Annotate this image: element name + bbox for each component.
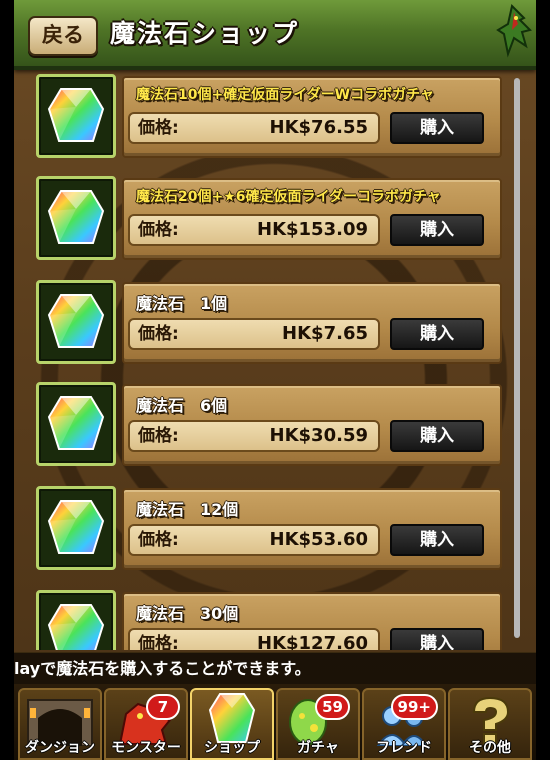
product-panel: 魔法石 12個 価格: HK$53.60 購入 xyxy=(122,488,502,570)
magic-stone-icon xyxy=(36,74,116,158)
buy-button[interactable]: 購入 xyxy=(390,112,484,144)
price-label: 価格: xyxy=(138,324,179,344)
nav-dungeon[interactable]: ダンジョン xyxy=(18,688,102,760)
magic-stone-icon xyxy=(36,176,116,260)
scrollbar[interactable] xyxy=(514,78,520,638)
price-label: 価格: xyxy=(138,220,179,240)
nav-label: ガチャ xyxy=(297,740,339,756)
product-item: 魔法石 30個 価格: HK$127.60 購入 xyxy=(36,590,506,650)
product-name: 魔法石 6個 xyxy=(136,396,228,415)
magic-stone-icon xyxy=(36,382,116,466)
product-panel: 魔法石 30個 価格: HK$127.60 購入 xyxy=(122,592,502,650)
price-box: 価格: HK$7.65 xyxy=(128,318,380,350)
product-name: 魔法石20個+★6確定仮面ライダーコラボガチャ xyxy=(136,189,441,205)
info-text: layで魔法石を購入することができます。 xyxy=(14,659,311,678)
product-panel: 魔法石 1個 価格: HK$7.65 購入 xyxy=(122,282,502,364)
product-list: 魔法石10個+確定仮面ライダーWコラボガチャ 価格: HK$76.55 購入 魔… xyxy=(14,72,514,650)
price-value: HK$127.60 xyxy=(257,633,368,650)
product-name: 魔法石 12個 xyxy=(136,500,239,519)
price-value: HK$30.59 xyxy=(269,425,368,446)
product-item: 魔法石20個+★6確定仮面ライダーコラボガチャ 価格: HK$153.09 購入 xyxy=(36,176,506,262)
nav-gacha[interactable]: 59 ガチャ xyxy=(276,688,360,760)
product-panel: 魔法石 6個 価格: HK$30.59 購入 xyxy=(122,384,502,466)
nav-friend[interactable]: 99+ フレンド xyxy=(362,688,446,760)
nav-label: ショップ xyxy=(204,740,260,756)
product-item: 魔法石10個+確定仮面ライダーWコラボガチャ 価格: HK$76.55 購入 xyxy=(36,74,506,160)
product-name: 魔法石 30個 xyxy=(136,604,239,623)
product-panel: 魔法石20個+★6確定仮面ライダーコラボガチャ 価格: HK$153.09 購入 xyxy=(122,178,502,260)
nav-badge: 7 xyxy=(146,694,180,720)
price-box: 価格: HK$30.59 xyxy=(128,420,380,452)
product-name: 魔法石10個+確定仮面ライダーWコラボガチャ xyxy=(136,87,434,103)
scrollbar-thumb[interactable] xyxy=(514,78,520,638)
nav-badge: 59 xyxy=(315,694,350,720)
nav-monster[interactable]: 7 モンスター xyxy=(104,688,188,760)
price-box: 価格: HK$53.60 xyxy=(128,524,380,556)
header-bar: 戻る 魔法石ショップ xyxy=(14,0,536,70)
product-item: 魔法石 12個 価格: HK$53.60 購入 xyxy=(36,486,506,572)
price-label: 価格: xyxy=(138,426,179,446)
nav-shop[interactable]: ショップ xyxy=(190,688,274,760)
product-name: 魔法石 1個 xyxy=(136,294,228,313)
dragon-emblem-icon xyxy=(496,4,532,58)
buy-button[interactable]: 購入 xyxy=(390,524,484,556)
magic-stone-icon xyxy=(36,280,116,364)
price-label: 価格: xyxy=(138,634,179,650)
info-bar: layで魔法石を購入することができます。 xyxy=(14,652,536,685)
buy-button[interactable]: 購入 xyxy=(390,628,484,650)
nav-label: フレンド xyxy=(376,740,432,756)
buy-button[interactable]: 購入 xyxy=(390,420,484,452)
buy-button[interactable]: 購入 xyxy=(390,214,484,246)
nav-other[interactable]: その他 xyxy=(448,688,532,760)
price-box: 価格: HK$76.55 xyxy=(128,112,380,144)
magic-stone-icon xyxy=(36,486,116,570)
product-item: 魔法石 1個 価格: HK$7.65 購入 xyxy=(36,280,506,366)
nav-badge: 99+ xyxy=(390,694,438,720)
shop-screen: 戻る 魔法石ショップ 魔法石10個+確定仮面ライダーWコラボガチャ 価格: HK… xyxy=(14,0,536,760)
price-box: 価格: HK$127.60 xyxy=(128,628,380,650)
back-button[interactable]: 戻る xyxy=(28,16,98,56)
nav-label: ダンジョン xyxy=(25,740,95,756)
price-value: HK$7.65 xyxy=(282,323,368,344)
price-label: 価格: xyxy=(138,118,179,138)
page-title: 魔法石ショップ xyxy=(110,19,300,48)
magic-stone-icon xyxy=(36,590,116,650)
nav-label: モンスター xyxy=(111,740,181,756)
nav-label: その他 xyxy=(469,740,511,756)
product-panel: 魔法石10個+確定仮面ライダーWコラボガチャ 価格: HK$76.55 購入 xyxy=(122,76,502,158)
price-label: 価格: xyxy=(138,530,179,550)
price-box: 価格: HK$153.09 xyxy=(128,214,380,246)
buy-button[interactable]: 購入 xyxy=(390,318,484,350)
price-value: HK$153.09 xyxy=(257,219,368,240)
price-value: HK$76.55 xyxy=(269,117,368,138)
bottom-nav: ダンジョン 7 モンスター ショップ 59 ガチャ 99+ フレンド その他 xyxy=(14,684,536,760)
product-item: 魔法石 6個 価格: HK$30.59 購入 xyxy=(36,382,506,468)
price-value: HK$53.60 xyxy=(269,529,368,550)
